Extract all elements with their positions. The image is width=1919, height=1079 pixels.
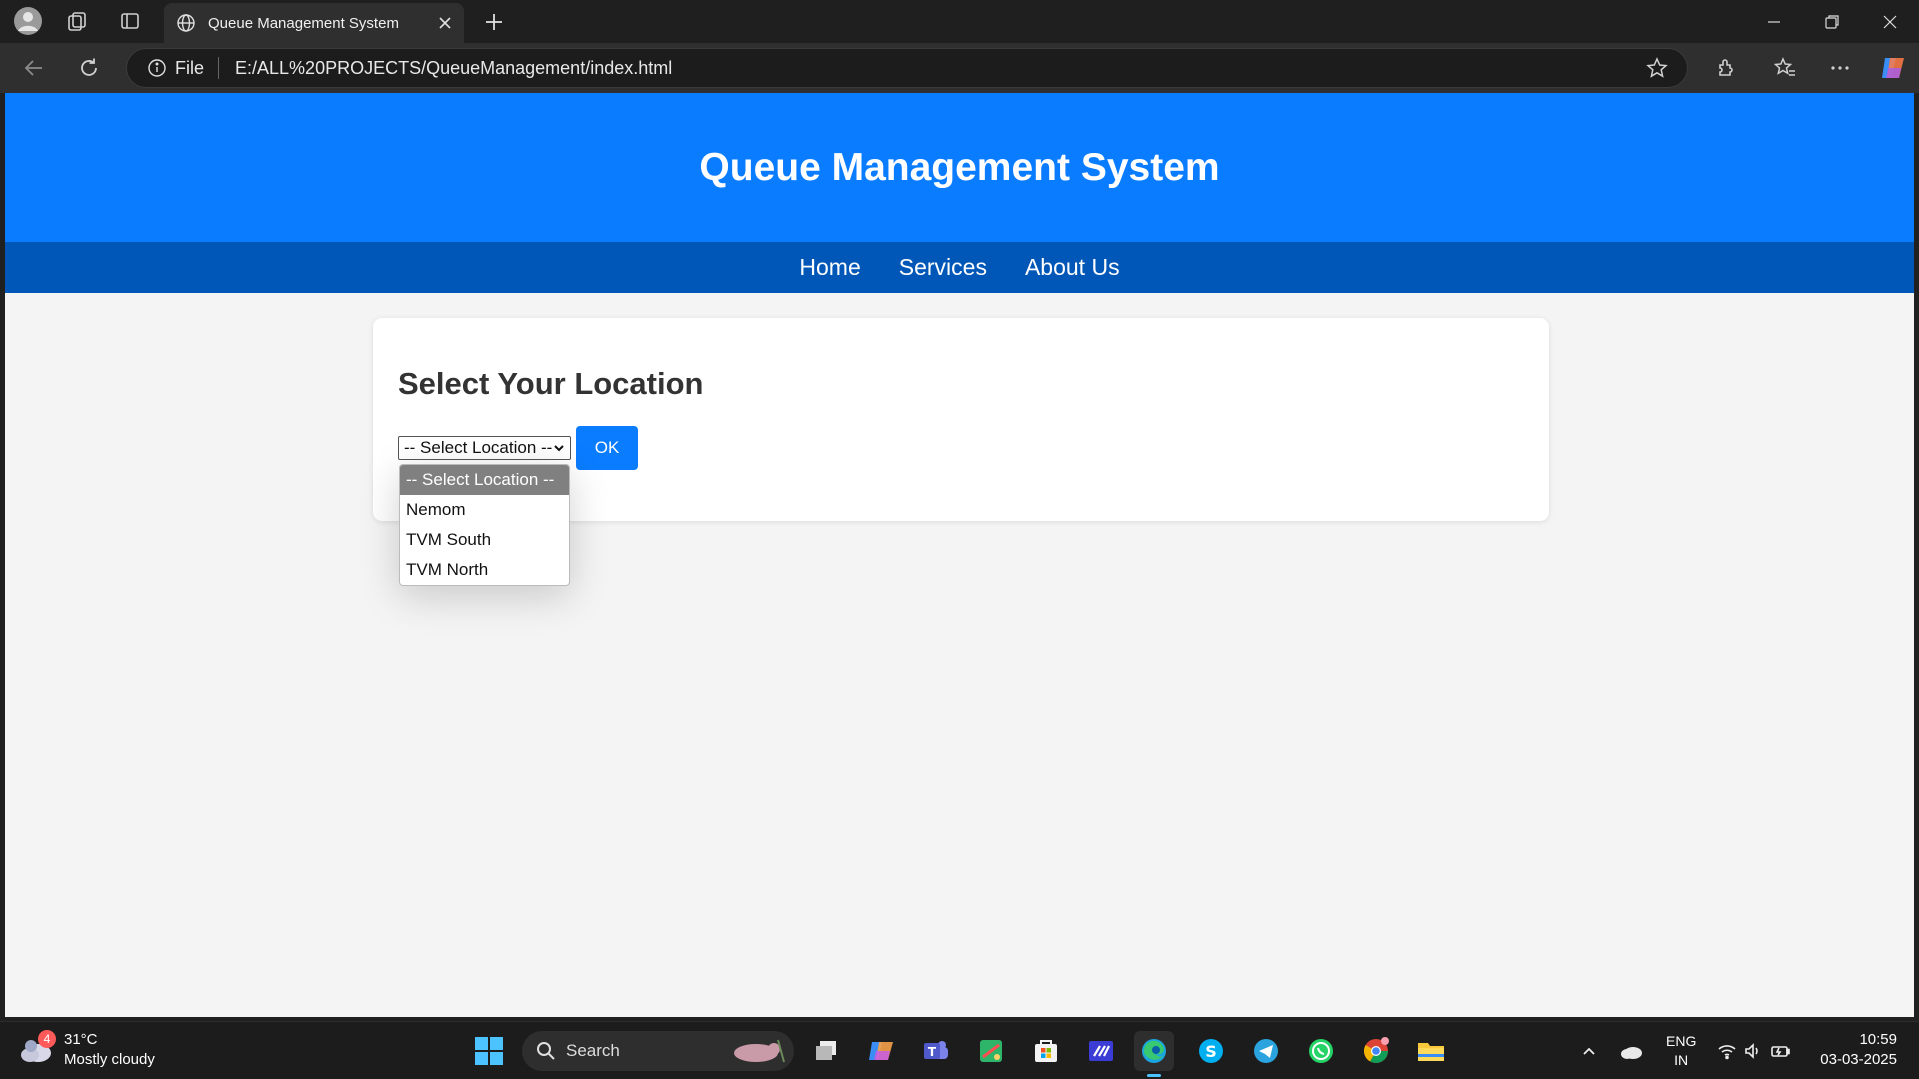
clock[interactable]: 10:59 03-03-2025 bbox=[1820, 1030, 1897, 1070]
chrome-icon[interactable] bbox=[1356, 1031, 1396, 1071]
address-separator bbox=[218, 57, 220, 79]
edge-browser-icon[interactable] bbox=[1134, 1031, 1174, 1077]
nav-link-about-us[interactable]: About Us bbox=[1025, 254, 1120, 281]
site-title: Queue Management System bbox=[699, 145, 1220, 189]
system-tray bbox=[1580, 1022, 1644, 1079]
site-header: Queue Management System bbox=[5, 93, 1914, 242]
teams-icon[interactable]: T bbox=[916, 1031, 956, 1071]
address-scheme-label: File bbox=[175, 57, 205, 78]
svg-text:T: T bbox=[928, 1045, 937, 1059]
close-window-button[interactable] bbox=[1861, 0, 1919, 43]
favorites-icon[interactable] bbox=[1765, 48, 1805, 88]
plus-icon bbox=[486, 14, 502, 30]
search-icon bbox=[537, 1042, 555, 1060]
dropdown-option-tvm-south[interactable]: TVM South bbox=[400, 525, 569, 555]
clock-time: 10:59 bbox=[1859, 1031, 1897, 1048]
location-select-value: -- Select Location -- bbox=[404, 438, 553, 457]
skype-icon[interactable]: S bbox=[1191, 1031, 1231, 1071]
site-nav: Home Services About Us bbox=[5, 242, 1914, 293]
section-title: Select Your Location bbox=[398, 366, 704, 401]
ok-button[interactable]: OK bbox=[576, 426, 638, 470]
language-region: IN bbox=[1674, 1052, 1689, 1068]
battery-icon bbox=[1771, 1046, 1790, 1057]
windows-logo-icon bbox=[475, 1037, 503, 1065]
onedrive-cloud-icon[interactable] bbox=[1620, 1042, 1644, 1060]
file-explorer-icon[interactable] bbox=[1411, 1031, 1451, 1071]
globe-icon bbox=[177, 14, 195, 32]
task-view-icon[interactable] bbox=[806, 1031, 846, 1071]
address-bar[interactable]: File E:/ALL%20PROJECTS/QueueManagement/i… bbox=[126, 48, 1688, 88]
favorite-star-icon[interactable] bbox=[1637, 48, 1677, 88]
language-indicator[interactable]: ENG IN bbox=[1666, 1032, 1696, 1070]
profile-icon[interactable] bbox=[8, 1, 48, 41]
search-label: Search bbox=[566, 1041, 620, 1060]
dropdown-option-tvm-north[interactable]: TVM North bbox=[400, 555, 569, 585]
minimize-button[interactable] bbox=[1745, 0, 1803, 43]
svg-text:S: S bbox=[1205, 1042, 1217, 1061]
tab-title: Queue Management System bbox=[208, 14, 399, 32]
dropdown-option-nemom[interactable]: Nemom bbox=[400, 495, 569, 525]
copilot-icon[interactable] bbox=[1873, 48, 1913, 88]
status-icons[interactable] bbox=[1717, 1022, 1791, 1079]
microsoft-store-icon[interactable] bbox=[1026, 1031, 1066, 1071]
weather-badge: 4 bbox=[38, 1030, 56, 1048]
language-code: ENG bbox=[1666, 1033, 1697, 1049]
chevron-up-icon[interactable] bbox=[1580, 1042, 1598, 1060]
active-app-indicator bbox=[1147, 1074, 1161, 1077]
workspaces-icon[interactable] bbox=[57, 1, 97, 41]
whatsapp-icon[interactable] bbox=[1301, 1031, 1341, 1071]
refresh-button[interactable] bbox=[69, 48, 109, 88]
location-dropdown-list: -- Select Location -- Nemom TVM South TV… bbox=[399, 464, 570, 586]
info-icon bbox=[148, 59, 166, 77]
telegram-icon[interactable] bbox=[1246, 1031, 1286, 1071]
weather-widget[interactable]: 4 31°C Mostly cloudy bbox=[18, 1030, 155, 1070]
tab-active[interactable]: Queue Management System bbox=[164, 3, 464, 43]
clock-date: 03-03-2025 bbox=[1820, 1051, 1897, 1068]
new-tab-button[interactable] bbox=[474, 2, 514, 42]
weather-description: Mostly cloudy bbox=[64, 1051, 155, 1068]
volume-icon bbox=[1745, 1043, 1758, 1059]
browser-toolbar: File E:/ALL%20PROJECTS/QueueManagement/i… bbox=[0, 43, 1919, 93]
browser-titlebar: Queue Management System bbox=[0, 0, 1919, 43]
more-options-icon[interactable] bbox=[1820, 48, 1860, 88]
chevron-down-icon bbox=[554, 445, 564, 452]
dropdown-option-placeholder[interactable]: -- Select Location -- bbox=[400, 465, 569, 495]
restore-button[interactable] bbox=[1803, 0, 1861, 43]
wifi-icon bbox=[1718, 1045, 1736, 1060]
copilot-app-icon[interactable] bbox=[861, 1031, 901, 1071]
extensions-icon[interactable] bbox=[1706, 48, 1746, 88]
taskbar-search[interactable]: Search bbox=[522, 1031, 794, 1071]
url-text[interactable]: E:/ALL%20PROJECTS/QueueManagement/index.… bbox=[235, 58, 1637, 79]
nav-link-home[interactable]: Home bbox=[799, 254, 860, 281]
page-viewport: Queue Management System Home Services Ab… bbox=[5, 93, 1914, 1017]
tab-actions-icon[interactable] bbox=[110, 1, 150, 41]
visual-studio-code-icon[interactable] bbox=[1081, 1031, 1121, 1071]
location-select[interactable]: -- Select Location -- bbox=[398, 436, 571, 460]
back-button[interactable] bbox=[14, 48, 54, 88]
temperature-text: 31°C bbox=[64, 1031, 98, 1048]
start-button[interactable] bbox=[469, 1031, 509, 1071]
snipping-tool-icon[interactable] bbox=[971, 1031, 1011, 1071]
close-tab-icon[interactable] bbox=[438, 16, 452, 30]
search-highlight-icon bbox=[734, 1039, 785, 1063]
nav-link-services[interactable]: Services bbox=[899, 254, 987, 281]
taskbar: 4 31°C Mostly cloudy Search T S ENG IN 1… bbox=[0, 1021, 1919, 1079]
